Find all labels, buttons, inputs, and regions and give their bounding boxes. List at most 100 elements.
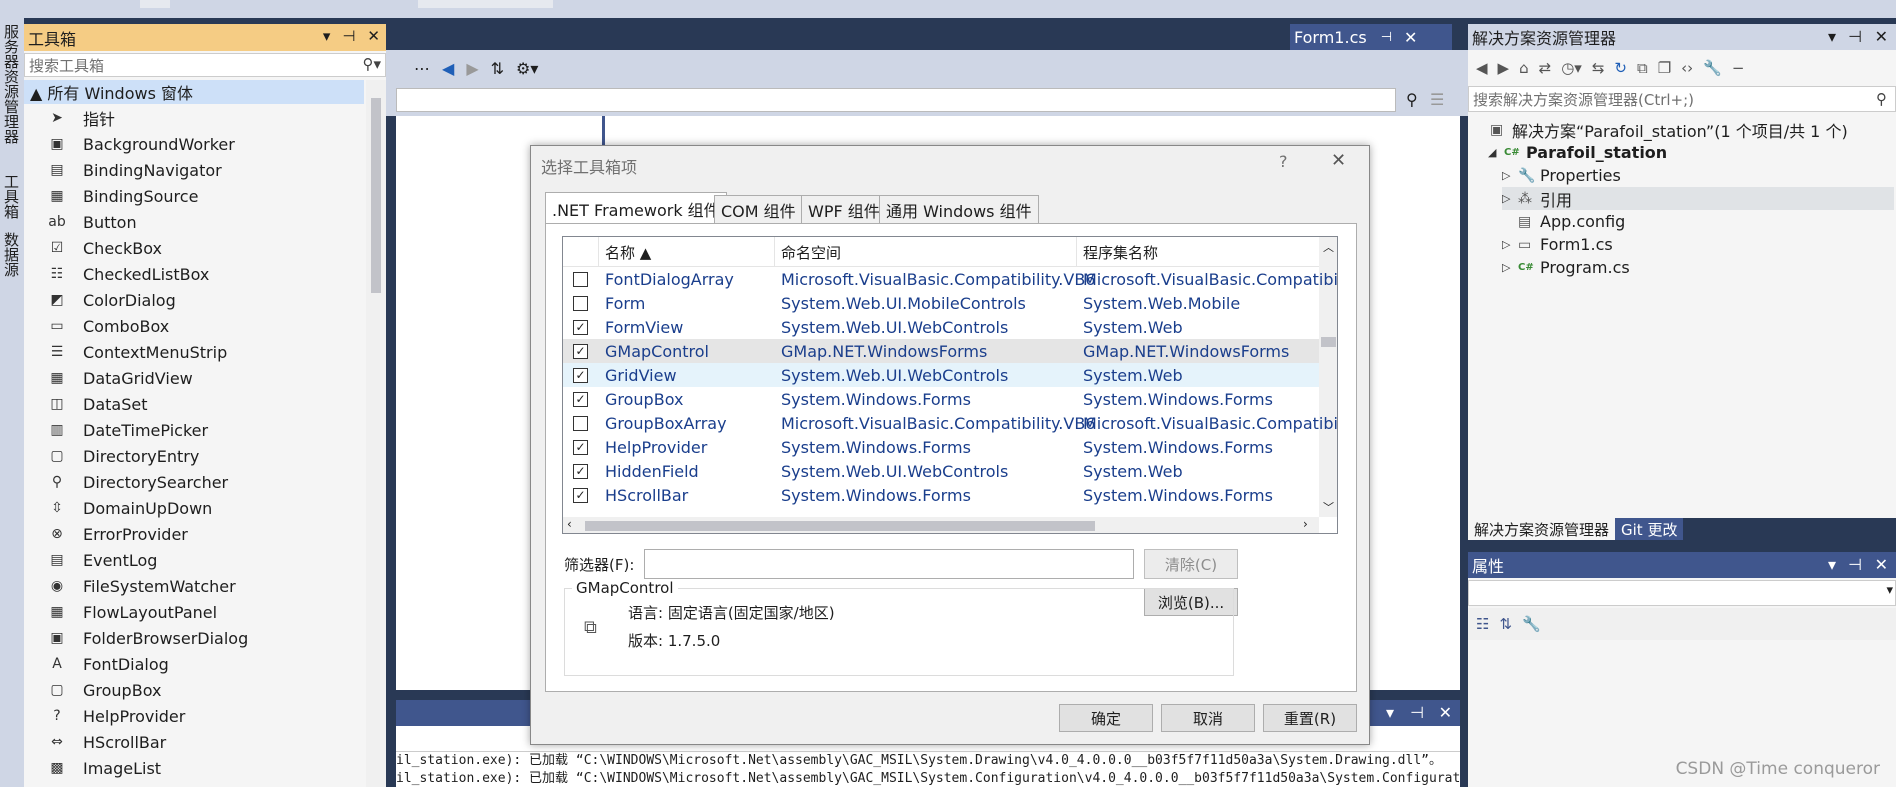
row-checkbox[interactable]: ✓ xyxy=(573,440,588,455)
column-name[interactable]: 名称 ▲ xyxy=(599,237,775,267)
component-row[interactable]: GroupBoxArray Microsoft.VisualBasic.Compa… xyxy=(563,411,1337,435)
solution-tree-node[interactable]: ▤ App.config xyxy=(1502,210,1625,233)
solution-tree-node[interactable]: ▷ ⁂ 引用 xyxy=(1502,187,1894,210)
solution-tree-node[interactable]: ▷ C# Program.cs xyxy=(1502,256,1630,279)
toolbox-item[interactable]: ▦ FlowLayoutPanel xyxy=(24,599,364,625)
reset-button[interactable]: 重置(R) xyxy=(1263,704,1357,732)
tab-data-sources[interactable]: 数据源 xyxy=(2,232,22,277)
categorized-icon[interactable]: ☷ xyxy=(1476,615,1489,633)
toolbox-item[interactable]: ◩ ColorDialog xyxy=(24,287,364,313)
component-row[interactable]: FontDialogArray Microsoft.VisualBasic.Com… xyxy=(563,267,1337,291)
toolbox-item[interactable]: ⚲ DirectorySearcher xyxy=(24,469,364,495)
toolbox-item[interactable]: ▤ EventLog xyxy=(24,547,364,573)
row-checkbox[interactable] xyxy=(573,296,588,311)
grid-horizontal-scrollbar[interactable]: ‹ › xyxy=(563,517,1319,533)
tab-net-framework[interactable]: .NET Framework 组件 xyxy=(545,192,727,224)
tab-wpf[interactable]: WPF 组件 xyxy=(801,195,887,223)
tab-git-changes[interactable]: Git 更改 xyxy=(1615,518,1684,540)
scroll-down-icon[interactable]: ﹀ xyxy=(1323,499,1334,515)
back-icon[interactable]: ◀ xyxy=(442,59,454,78)
toolbox-group-header[interactable]: ▲ 所有 Windows 窗体 xyxy=(24,80,364,104)
toolbox-item[interactable]: ab Button xyxy=(24,209,364,235)
search-icon[interactable]: ⚲ xyxy=(1876,90,1887,108)
toolbox-item[interactable]: ☷ CheckedListBox xyxy=(24,261,364,287)
help-icon[interactable]: ? xyxy=(1279,152,1288,171)
solution-tree-node[interactable]: ▣ 解决方案“Parafoil_station”(1 个项目/共 1 个) xyxy=(1474,118,1848,141)
close-icon[interactable]: ✕ xyxy=(1875,27,1888,46)
history-icon[interactable]: ◷▾ xyxy=(1561,59,1582,77)
wrench-icon[interactable]: 🔧 xyxy=(1703,59,1722,77)
component-row[interactable]: ✓ HScrollBar System.Windows.Forms System.Wi… xyxy=(563,483,1319,507)
tab-server-explorer[interactable]: 服务器资源管理器 xyxy=(2,24,22,144)
tab-form1-cs[interactable]: Form1.cs ⊣ ✕ xyxy=(1290,24,1452,50)
expand-arrow-icon[interactable]: ▷ xyxy=(1502,192,1518,205)
toolbox-item[interactable]: ▢ GroupBox xyxy=(24,677,364,703)
pin-icon[interactable]: ⊣ xyxy=(342,27,355,45)
toolbox-scrollbar[interactable] xyxy=(366,80,386,787)
home-icon[interactable]: ⌂ xyxy=(1519,59,1529,77)
search-icon[interactable]: ⚲ xyxy=(1406,90,1418,109)
toolbox-item[interactable]: ▦ DataGridView xyxy=(24,365,364,391)
close-icon[interactable]: ✕ xyxy=(1875,555,1888,574)
switch-view-icon[interactable]: ⇄ xyxy=(1539,59,1552,77)
dropdown-icon[interactable]: ▾ xyxy=(1828,27,1836,46)
cancel-button[interactable]: 取消 xyxy=(1161,704,1255,732)
expand-arrow-icon[interactable]: ◢ xyxy=(1488,146,1504,159)
close-icon[interactable]: ✕ xyxy=(1404,28,1417,47)
toolbox-item[interactable]: ☰ ContextMenuStrip xyxy=(24,339,364,365)
component-row[interactable]: ✓ GridView System.Web.UI.WebControls System… xyxy=(563,363,1319,387)
toolbox-item[interactable]: ⊗ ErrorProvider xyxy=(24,521,364,547)
component-row[interactable]: ✓ FormView System.Web.UI.WebControls System… xyxy=(563,315,1319,339)
dropdown-icon[interactable]: ▾ xyxy=(323,27,331,45)
pin-icon[interactable]: ⊣ xyxy=(1381,30,1392,45)
row-checkbox[interactable] xyxy=(573,416,588,431)
dropdown-icon[interactable]: ▾ xyxy=(1386,703,1394,722)
filter-input[interactable] xyxy=(644,549,1134,579)
clear-button[interactable]: 清除(C) xyxy=(1144,549,1238,579)
component-row[interactable]: ✓ HiddenField System.Web.UI.WebControls Sys… xyxy=(563,459,1319,483)
toolbox-item[interactable]: ▩ ImageList xyxy=(24,755,364,781)
pin-icon[interactable]: ⊣ xyxy=(1848,27,1862,46)
search-icon[interactable]: ⚲▾ xyxy=(362,55,381,73)
overflow-icon[interactable]: ⋯ xyxy=(414,59,430,78)
expand-arrow-icon[interactable]: ▷ xyxy=(1502,169,1518,182)
row-checkbox[interactable]: ✓ xyxy=(573,464,588,479)
dropdown-icon[interactable]: ▾ xyxy=(1828,555,1836,574)
toolbox-item[interactable]: ⇔ HScrollBar xyxy=(24,729,364,755)
copy-icon[interactable]: ❐ xyxy=(1658,59,1671,77)
component-row[interactable]: ✓ HelpProvider System.Windows.Forms System.… xyxy=(563,435,1319,459)
minus-icon[interactable]: − xyxy=(1732,59,1745,77)
member-dropdown[interactable] xyxy=(396,88,1396,112)
scroll-left-icon[interactable]: ‹ xyxy=(567,517,572,531)
tab-solution-explorer[interactable]: 解决方案资源管理器 xyxy=(1468,518,1616,540)
solution-tree-node[interactable]: ◢ C# Parafoil_station xyxy=(1488,141,1667,164)
chevron-down-icon[interactable]: ▾ xyxy=(1886,583,1893,598)
scroll-up-icon[interactable]: ︿ xyxy=(1323,239,1334,255)
toolbox-item[interactable]: ▭ ComboBox xyxy=(24,313,364,339)
tab-toolbox[interactable]: 工具箱 xyxy=(2,174,22,219)
refresh-icon[interactable]: ↻ xyxy=(1614,59,1627,77)
object-selector[interactable]: ▾ xyxy=(1468,580,1896,606)
row-checkbox[interactable]: ✓ xyxy=(573,344,588,359)
tab-universal-windows[interactable]: 通用 Windows 组件 xyxy=(879,195,1039,223)
wrench-icon[interactable]: 🔧 xyxy=(1522,615,1541,633)
gear-icon[interactable]: ⚙▾ xyxy=(516,59,538,78)
solution-search-input[interactable]: 搜索解决方案资源管理器(Ctrl+;) ⚲ xyxy=(1468,86,1896,112)
toolbox-item[interactable]: A FontDialog xyxy=(24,651,364,677)
expand-arrow-icon[interactable]: ▷ xyxy=(1502,261,1518,274)
component-row[interactable]: ✓ GroupBox System.Windows.Forms System.Wind… xyxy=(563,387,1319,411)
back-icon[interactable]: ◀ xyxy=(1476,59,1488,77)
row-checkbox[interactable]: ✓ xyxy=(573,368,588,383)
expand-arrow-icon[interactable]: ▷ xyxy=(1502,238,1518,251)
pin-icon[interactable]: ⊣ xyxy=(1410,703,1424,722)
sync-icon[interactable]: ⇆ xyxy=(1592,59,1605,77)
column-namespace[interactable]: 命名空间 xyxy=(775,237,1077,267)
toolbox-item[interactable]: ➤ 指针 xyxy=(24,105,364,131)
solution-tree-node[interactable]: ▷ 🔧 Properties xyxy=(1502,164,1621,187)
scrollbar-thumb[interactable] xyxy=(1321,337,1336,347)
toolbox-search-input[interactable]: 搜索工具箱 ⚲▾ xyxy=(24,53,386,77)
toolbox-item[interactable]: ◉ FileSystemWatcher xyxy=(24,573,364,599)
toolbox-item[interactable]: ▣ BackgroundWorker xyxy=(24,131,364,157)
column-assembly[interactable]: 程序集名称 xyxy=(1077,237,1319,267)
scrollbar-thumb[interactable] xyxy=(371,98,381,293)
